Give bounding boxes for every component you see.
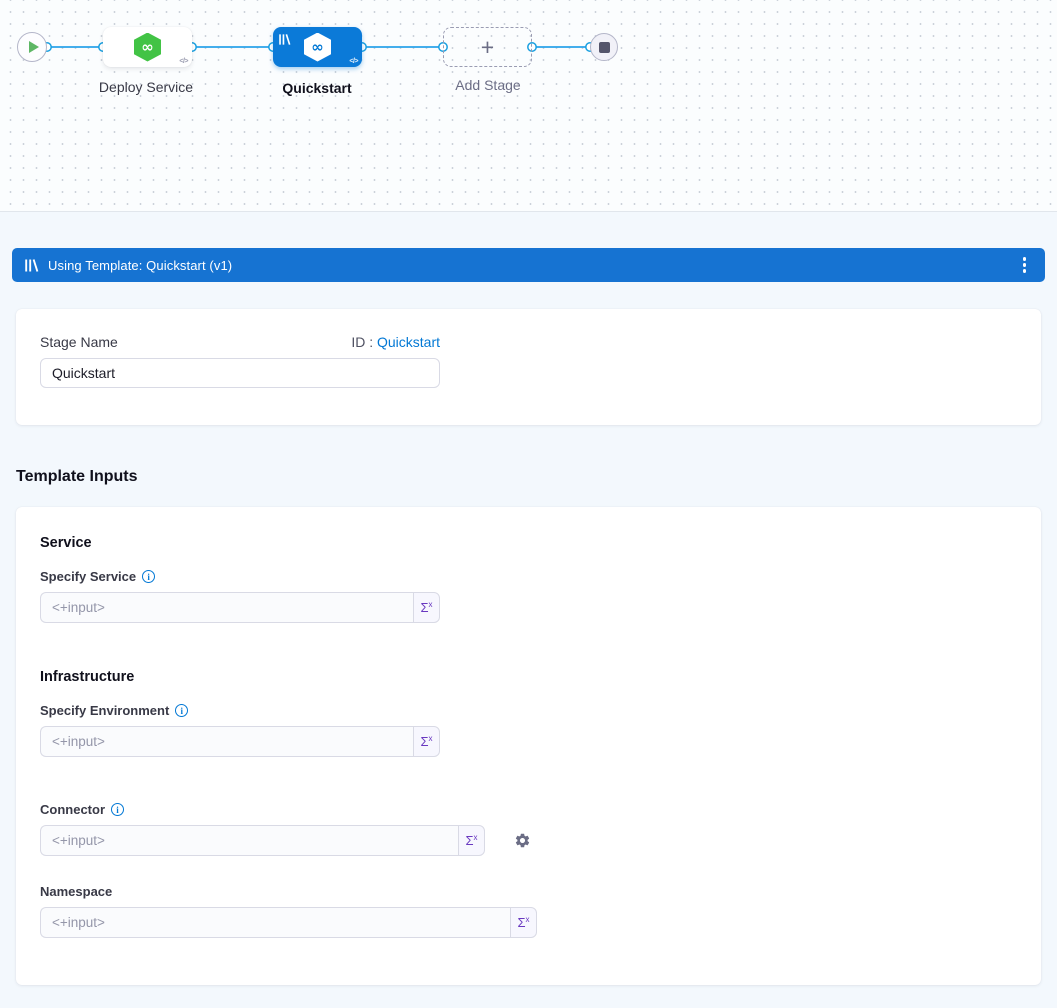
template-library-icon: [25, 259, 39, 272]
namespace-label: Namespace: [40, 884, 1017, 899]
template-inputs-heading: Template Inputs: [16, 468, 1057, 486]
service-section-title: Service: [40, 535, 1017, 551]
infinity-icon: ∞: [141, 40, 154, 55]
stop-icon: [599, 42, 610, 53]
namespace-input[interactable]: [40, 907, 510, 938]
node-label-quickstart: Quickstart: [257, 80, 377, 96]
expression-sigma-button[interactable]: Σx: [413, 592, 440, 623]
specify-service-input[interactable]: [40, 592, 413, 623]
pipeline-canvas[interactable]: ∞ </> ∞ </> + Deploy Service Quickstart …: [0, 0, 1057, 212]
stage-name-label: Stage Name: [40, 334, 118, 350]
namespace-field: Σx: [40, 907, 1017, 938]
stage-name-input[interactable]: [40, 358, 440, 388]
connector-label: Connector i: [40, 802, 1017, 817]
code-icon: </>: [179, 58, 188, 65]
template-inputs-card: Service Specify Service i Σx Infrastruct…: [16, 507, 1041, 985]
stage-id-label: ID :: [351, 334, 373, 350]
connector-input[interactable]: [40, 825, 458, 856]
specify-environment-field: Σx: [40, 726, 1017, 757]
banner-options-kebab-icon[interactable]: [1018, 253, 1032, 277]
stage-overview-card: Stage Name ID : Quickstart: [16, 309, 1041, 425]
info-icon[interactable]: i: [111, 803, 124, 816]
banner-text: Using Template: Quickstart (v1): [48, 258, 232, 273]
expression-sigma-button[interactable]: Σx: [510, 907, 537, 938]
infrastructure-section-title: Infrastructure: [40, 669, 1017, 685]
cd-hexagon-icon: ∞: [134, 33, 161, 62]
using-template-banner: Using Template: Quickstart (v1): [12, 248, 1045, 282]
pipeline-end-node[interactable]: [590, 33, 618, 61]
stage-node-deploy-service[interactable]: ∞ </>: [103, 27, 192, 67]
cd-hexagon-icon: ∞: [304, 33, 331, 62]
connector-field: Σx: [40, 825, 1017, 856]
expression-sigma-button[interactable]: Σx: [413, 726, 440, 757]
specify-service-field: Σx: [40, 592, 1017, 623]
stage-node-quickstart-selected[interactable]: ∞ </>: [273, 27, 362, 67]
add-stage-node[interactable]: +: [443, 27, 532, 67]
info-icon[interactable]: i: [175, 704, 188, 717]
specify-service-label: Specify Service i: [40, 569, 1017, 584]
connector-settings-gear-icon[interactable]: [514, 825, 531, 856]
specify-environment-label: Specify Environment i: [40, 703, 1017, 718]
stage-id-link[interactable]: Quickstart: [377, 334, 440, 350]
node-label-add-stage: Add Stage: [428, 77, 548, 93]
infinity-icon: ∞: [311, 40, 324, 55]
template-library-icon: [279, 32, 291, 50]
stage-id: ID : Quickstart: [351, 334, 440, 350]
pipeline-start-node[interactable]: [17, 32, 47, 62]
expression-sigma-button[interactable]: Σx: [458, 825, 485, 856]
code-icon: </>: [349, 58, 358, 65]
info-icon[interactable]: i: [142, 570, 155, 583]
specify-environment-input[interactable]: [40, 726, 413, 757]
plus-icon: +: [481, 36, 494, 59]
node-label-deploy-service: Deploy Service: [86, 79, 206, 95]
play-icon: [29, 41, 39, 53]
